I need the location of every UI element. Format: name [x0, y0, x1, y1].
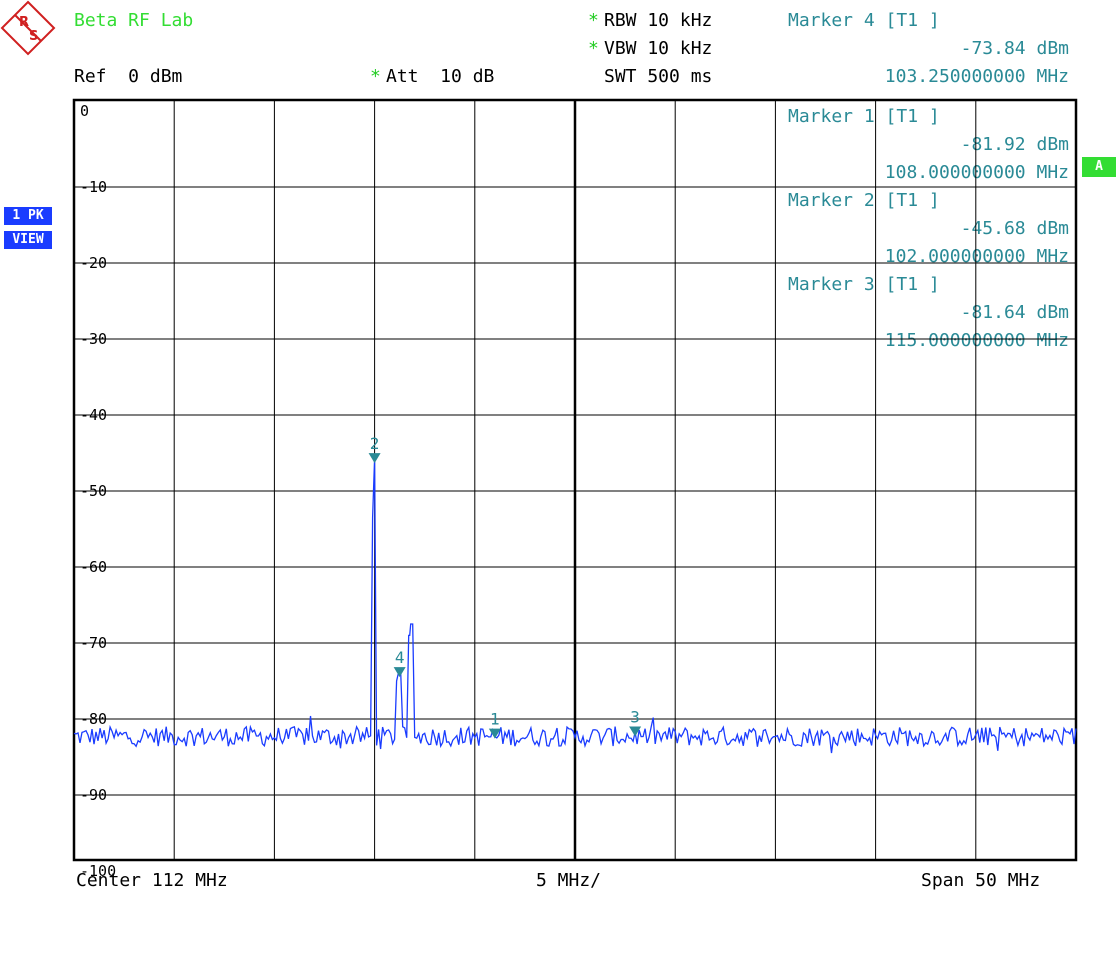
center-frequency: Center 112 MHz: [76, 870, 228, 891]
y-tick-label: -10: [80, 178, 107, 196]
y-tick-label: 0: [80, 102, 89, 120]
y-tick-label: -70: [80, 634, 107, 652]
y-tick-label: -80: [80, 710, 107, 728]
marker-number-label: 3: [630, 707, 640, 726]
marker-triangle: [393, 667, 406, 678]
y-tick-label: -50: [80, 482, 107, 500]
marker-number-label: 1: [490, 710, 500, 729]
y-tick-label: -30: [80, 330, 107, 348]
y-tick-label: -90: [80, 786, 107, 804]
y-tick-label: -20: [80, 254, 107, 272]
spectrum-chart: 0-10-20-30-40-50-60-70-80-90-1001234: [72, 98, 1078, 880]
y-tick-label: -60: [80, 558, 107, 576]
y-tick-label: -40: [80, 406, 107, 424]
marker-number-label: 2: [370, 434, 380, 453]
frequency-per-division: 5 MHz/: [536, 870, 602, 891]
frequency-span: Span 50 MHz: [921, 870, 1041, 891]
marker-number-label: 4: [395, 648, 405, 667]
marker-triangle: [368, 453, 381, 464]
